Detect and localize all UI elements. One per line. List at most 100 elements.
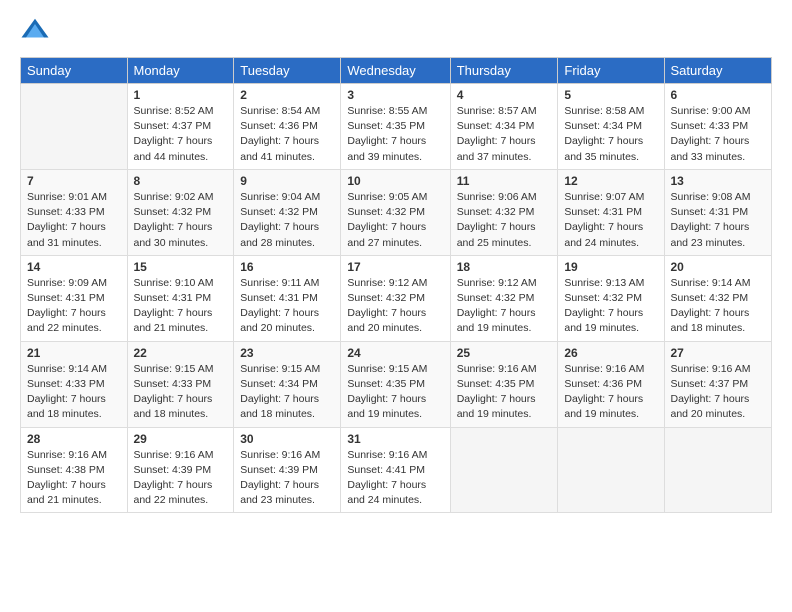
cell-info: Sunrise: 9:12 AMSunset: 4:32 PMDaylight:… xyxy=(457,276,552,337)
calendar-cell: 25Sunrise: 9:16 AMSunset: 4:35 PMDayligh… xyxy=(450,341,558,427)
week-row-4: 21 Sunrise: 9:14 AMSunset: 4:33 PMDayligh… xyxy=(21,341,772,427)
calendar-cell: 5Sunrise: 8:58 AMSunset: 4:34 PMDaylight… xyxy=(558,84,664,170)
cell-info: Sunrise: 9:15 AMSunset: 4:33 PMDaylight:… xyxy=(134,362,228,423)
cell-info: Sunrise: 9:16 AMSunset: 4:37 PMDaylight:… xyxy=(671,362,766,423)
calendar-table: SundayMondayTuesdayWednesdayThursdayFrid… xyxy=(20,57,772,513)
cell-info: Sunrise: 9:10 AMSunset: 4:31 PMDaylight:… xyxy=(134,276,228,337)
day-header-thursday: Thursday xyxy=(450,58,558,84)
cell-info: Sunrise: 9:13 AMSunset: 4:32 PMDaylight:… xyxy=(564,276,657,337)
calendar-cell: 27 Sunrise: 9:16 AMSunset: 4:37 PMDayligh… xyxy=(664,341,772,427)
day-number: 17 xyxy=(347,260,443,274)
day-number: 12 xyxy=(564,174,657,188)
header-row: SundayMondayTuesdayWednesdayThursdayFrid… xyxy=(21,58,772,84)
calendar-cell: 31 Sunrise: 9:16 AMSunset: 4:41 PMDayligh… xyxy=(341,427,450,513)
day-number: 16 xyxy=(240,260,334,274)
cell-info: Sunrise: 8:55 AMSunset: 4:35 PMDaylight:… xyxy=(347,104,443,165)
calendar-cell: 8Sunrise: 9:02 AMSunset: 4:32 PMDaylight… xyxy=(127,169,234,255)
calendar-cell: 15 Sunrise: 9:10 AMSunset: 4:31 PMDayligh… xyxy=(127,255,234,341)
cell-info: Sunrise: 9:16 AMSunset: 4:35 PMDaylight:… xyxy=(457,362,552,423)
cell-info: Sunrise: 8:54 AMSunset: 4:36 PMDaylight:… xyxy=(240,104,334,165)
day-number: 23 xyxy=(240,346,334,360)
page-container: SundayMondayTuesdayWednesdayThursdayFrid… xyxy=(0,0,792,523)
calendar-cell: 10 Sunrise: 9:05 AMSunset: 4:32 PMDayligh… xyxy=(341,169,450,255)
calendar-cell: 20Sunrise: 9:14 AMSunset: 4:32 PMDayligh… xyxy=(664,255,772,341)
cell-info: Sunrise: 9:16 AMSunset: 4:39 PMDaylight:… xyxy=(134,448,228,509)
day-number: 31 xyxy=(347,432,443,446)
calendar-cell xyxy=(450,427,558,513)
logo-icon xyxy=(20,15,50,45)
day-number: 3 xyxy=(347,88,443,102)
calendar-cell: 12Sunrise: 9:07 AMSunset: 4:31 PMDayligh… xyxy=(558,169,664,255)
calendar-cell: 11 Sunrise: 9:06 AMSunset: 4:32 PMDayligh… xyxy=(450,169,558,255)
cell-info: Sunrise: 9:04 AMSunset: 4:32 PMDaylight:… xyxy=(240,190,334,251)
cell-info: Sunrise: 9:06 AMSunset: 4:32 PMDaylight:… xyxy=(457,190,552,251)
day-number: 15 xyxy=(134,260,228,274)
week-row-3: 14 Sunrise: 9:09 AMSunset: 4:31 PMDayligh… xyxy=(21,255,772,341)
week-row-5: 28Sunrise: 9:16 AMSunset: 4:38 PMDayligh… xyxy=(21,427,772,513)
logo xyxy=(20,15,54,45)
day-number: 18 xyxy=(457,260,552,274)
calendar-cell xyxy=(664,427,772,513)
calendar-cell: 13 Sunrise: 9:08 AMSunset: 4:31 PMDayligh… xyxy=(664,169,772,255)
cell-info: Sunrise: 8:52 AMSunset: 4:37 PMDaylight:… xyxy=(134,104,228,165)
day-header-monday: Monday xyxy=(127,58,234,84)
day-number: 24 xyxy=(347,346,443,360)
calendar-cell: 21 Sunrise: 9:14 AMSunset: 4:33 PMDayligh… xyxy=(21,341,128,427)
week-row-2: 7 Sunrise: 9:01 AMSunset: 4:33 PMDaylight… xyxy=(21,169,772,255)
day-number: 27 xyxy=(671,346,766,360)
cell-info: Sunrise: 9:09 AMSunset: 4:31 PMDaylight:… xyxy=(27,276,121,337)
cell-info: Sunrise: 9:08 AMSunset: 4:31 PMDaylight:… xyxy=(671,190,766,251)
day-number: 10 xyxy=(347,174,443,188)
calendar-cell xyxy=(21,84,128,170)
calendar-cell: 6Sunrise: 9:00 AMSunset: 4:33 PMDaylight… xyxy=(664,84,772,170)
day-number: 5 xyxy=(564,88,657,102)
day-header-tuesday: Tuesday xyxy=(234,58,341,84)
cell-info: Sunrise: 9:16 AMSunset: 4:38 PMDaylight:… xyxy=(27,448,121,509)
cell-info: Sunrise: 9:16 AMSunset: 4:41 PMDaylight:… xyxy=(347,448,443,509)
calendar-cell: 30 Sunrise: 9:16 AMSunset: 4:39 PMDayligh… xyxy=(234,427,341,513)
day-number: 19 xyxy=(564,260,657,274)
calendar-cell: 16 Sunrise: 9:11 AMSunset: 4:31 PMDayligh… xyxy=(234,255,341,341)
calendar-cell: 1 Sunrise: 8:52 AMSunset: 4:37 PMDaylight… xyxy=(127,84,234,170)
calendar-cell: 2 Sunrise: 8:54 AMSunset: 4:36 PMDaylight… xyxy=(234,84,341,170)
calendar-cell: 26 Sunrise: 9:16 AMSunset: 4:36 PMDayligh… xyxy=(558,341,664,427)
cell-info: Sunrise: 8:57 AMSunset: 4:34 PMDaylight:… xyxy=(457,104,552,165)
day-number: 22 xyxy=(134,346,228,360)
cell-info: Sunrise: 9:01 AMSunset: 4:33 PMDaylight:… xyxy=(27,190,121,251)
day-number: 4 xyxy=(457,88,552,102)
day-number: 21 xyxy=(27,346,121,360)
day-number: 9 xyxy=(240,174,334,188)
calendar-cell: 18 Sunrise: 9:12 AMSunset: 4:32 PMDayligh… xyxy=(450,255,558,341)
cell-info: Sunrise: 9:00 AMSunset: 4:33 PMDaylight:… xyxy=(671,104,766,165)
day-number: 26 xyxy=(564,346,657,360)
day-number: 2 xyxy=(240,88,334,102)
day-header-saturday: Saturday xyxy=(664,58,772,84)
cell-info: Sunrise: 9:05 AMSunset: 4:32 PMDaylight:… xyxy=(347,190,443,251)
cell-info: Sunrise: 9:11 AMSunset: 4:31 PMDaylight:… xyxy=(240,276,334,337)
cell-info: Sunrise: 9:12 AMSunset: 4:32 PMDaylight:… xyxy=(347,276,443,337)
calendar-cell: 3 Sunrise: 8:55 AMSunset: 4:35 PMDaylight… xyxy=(341,84,450,170)
day-number: 7 xyxy=(27,174,121,188)
cell-info: Sunrise: 9:14 AMSunset: 4:33 PMDaylight:… xyxy=(27,362,121,423)
calendar-cell: 4 Sunrise: 8:57 AMSunset: 4:34 PMDaylight… xyxy=(450,84,558,170)
calendar-cell: 19 Sunrise: 9:13 AMSunset: 4:32 PMDayligh… xyxy=(558,255,664,341)
day-number: 11 xyxy=(457,174,552,188)
calendar-cell: 17 Sunrise: 9:12 AMSunset: 4:32 PMDayligh… xyxy=(341,255,450,341)
cell-info: Sunrise: 9:15 AMSunset: 4:35 PMDaylight:… xyxy=(347,362,443,423)
calendar-cell: 24 Sunrise: 9:15 AMSunset: 4:35 PMDayligh… xyxy=(341,341,450,427)
day-number: 30 xyxy=(240,432,334,446)
day-header-friday: Friday xyxy=(558,58,664,84)
cell-info: Sunrise: 9:15 AMSunset: 4:34 PMDaylight:… xyxy=(240,362,334,423)
week-row-1: 1 Sunrise: 8:52 AMSunset: 4:37 PMDaylight… xyxy=(21,84,772,170)
cell-info: Sunrise: 9:16 AMSunset: 4:36 PMDaylight:… xyxy=(564,362,657,423)
day-header-sunday: Sunday xyxy=(21,58,128,84)
calendar-cell xyxy=(558,427,664,513)
day-number: 20 xyxy=(671,260,766,274)
cell-info: Sunrise: 9:16 AMSunset: 4:39 PMDaylight:… xyxy=(240,448,334,509)
header xyxy=(20,15,772,45)
calendar-cell: 23 Sunrise: 9:15 AMSunset: 4:34 PMDayligh… xyxy=(234,341,341,427)
day-number: 8 xyxy=(134,174,228,188)
day-number: 1 xyxy=(134,88,228,102)
day-number: 14 xyxy=(27,260,121,274)
day-number: 13 xyxy=(671,174,766,188)
